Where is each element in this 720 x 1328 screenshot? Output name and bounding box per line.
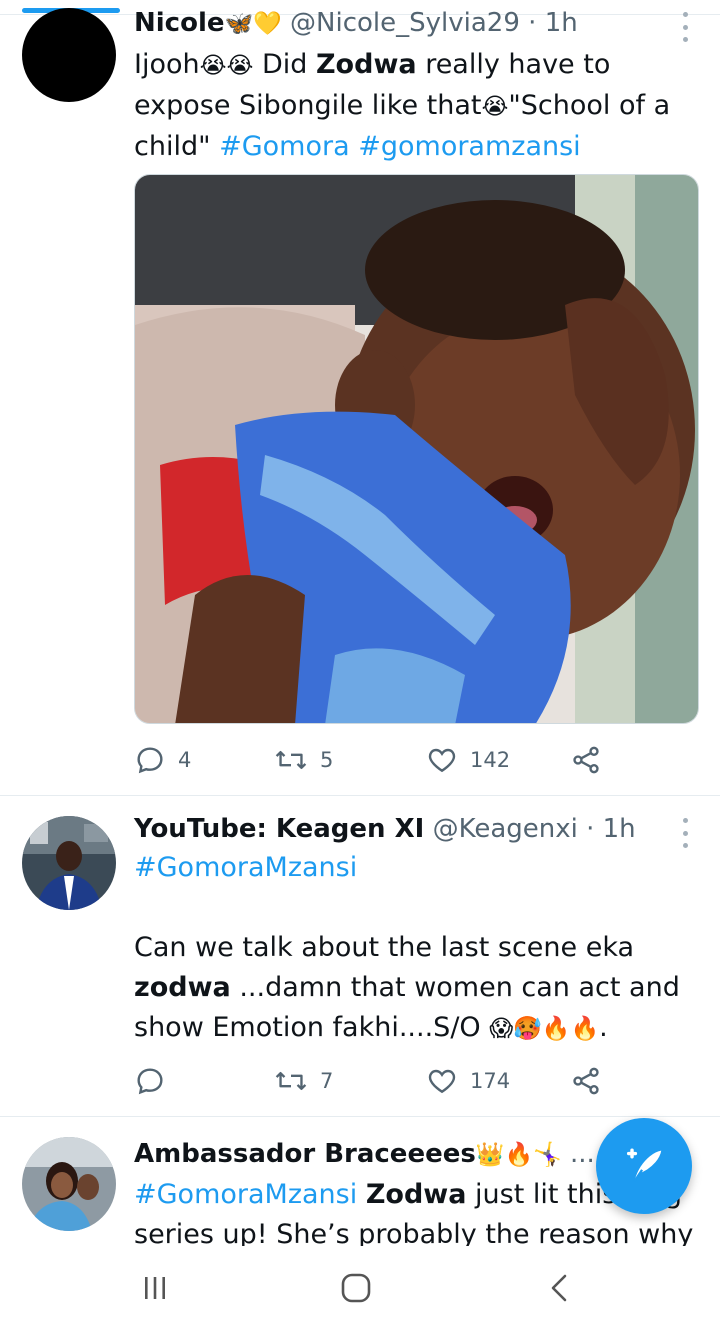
tweet-text: Can we talk about the last scene eka zod… <box>134 932 680 1043</box>
retweet-icon <box>275 750 307 770</box>
tweet-header: Nicole🦋💛 @Nicole_Sylvia29 · 1h <box>134 6 578 41</box>
system-navigation-bar <box>0 1246 720 1328</box>
avatar[interactable] <box>22 8 116 102</box>
display-name[interactable]: YouTube: Keagen XI <box>134 814 424 844</box>
tweet-header: YouTube: Keagen XI @Keagenxi · 1h <box>134 812 636 846</box>
heart-icon <box>428 748 456 773</box>
share-button[interactable] <box>570 1061 602 1101</box>
home-icon <box>341 1273 371 1303</box>
timestamp: 1h <box>544 8 578 38</box>
tweet-keagen[interactable]: YouTube: Keagen XI @Keagenxi · 1h #Gomor… <box>0 796 720 1116</box>
tweet-header: Ambassador Braceeees👑🔥🤸‍♀️ ... <box>134 1137 595 1172</box>
share-icon <box>573 1067 599 1095</box>
tweet-image[interactable] <box>134 174 699 724</box>
truncation-ellipsis: ... <box>570 1139 595 1169</box>
recent-apps-icon <box>145 1277 165 1299</box>
hashtag-link[interactable]: #GomoraMzansi <box>134 1179 357 1210</box>
compose-tweet-button[interactable] <box>596 1118 692 1214</box>
hashtag-link[interactable]: #gomoramzansi <box>358 131 580 162</box>
like-button[interactable]: 142 <box>426 740 510 780</box>
crying-baby-photo <box>135 175 698 723</box>
display-name[interactable]: Nicole <box>134 8 225 38</box>
hashtag-link[interactable]: #GomoraMzansi <box>134 852 357 883</box>
name-emoji: 👑🔥🤸‍♀️ <box>475 1142 562 1168</box>
like-count: 174 <box>470 1069 511 1093</box>
reply-icon <box>137 1068 163 1095</box>
share-icon <box>573 746 599 774</box>
heart-icon <box>428 1069 456 1094</box>
separator-dot: · <box>586 814 595 844</box>
retweet-count: 5 <box>320 748 334 772</box>
back-icon <box>551 1274 567 1302</box>
user-handle[interactable]: @Nicole_Sylvia29 <box>290 8 520 38</box>
retweet-count: 7 <box>320 1069 334 1093</box>
separator-dot: · <box>528 8 537 38</box>
like-count: 142 <box>470 748 511 772</box>
hashtag-link[interactable]: #Gomora <box>219 131 350 162</box>
tweet-nicole[interactable]: Nicole🦋💛 @Nicole_Sylvia29 · 1h Ijooh😭😭 D… <box>0 0 720 795</box>
tweet-actions: 4 5 142 <box>134 740 614 780</box>
more-options-icon[interactable] <box>678 12 692 42</box>
timestamp: 1h <box>602 814 636 844</box>
user-handle[interactable]: @Keagenxi <box>433 814 578 844</box>
reply-count: 4 <box>178 748 192 772</box>
display-name[interactable]: Ambassador Braceeees <box>134 1139 476 1169</box>
profile-photo <box>22 1137 116 1231</box>
retweet-button[interactable]: 7 <box>274 1061 333 1101</box>
compose-tweet-icon <box>626 1148 662 1182</box>
recent-apps-button[interactable] <box>135 1268 175 1308</box>
tweet-hashtag-line: #GomoraMzansi <box>134 848 694 888</box>
profile-photo <box>22 816 116 910</box>
reply-button[interactable]: 4 <box>134 740 191 780</box>
more-options-icon[interactable] <box>678 818 692 848</box>
tweet-text: Ijooh😭😭 Did Zodwa really have to expose … <box>134 49 671 162</box>
name-emoji: 🦋💛 <box>224 11 282 37</box>
avatar[interactable] <box>22 816 116 910</box>
like-button[interactable]: 174 <box>426 1061 510 1101</box>
share-button[interactable] <box>570 740 602 780</box>
avatar[interactable] <box>22 1137 116 1231</box>
reply-button[interactable] <box>134 1061 178 1101</box>
tweet-actions: 7 174 <box>134 1061 614 1101</box>
reply-icon <box>137 747 163 774</box>
home-button[interactable] <box>336 1268 376 1308</box>
retweet-icon <box>275 1071 307 1091</box>
retweet-button[interactable]: 5 <box>274 740 333 780</box>
back-button[interactable] <box>540 1268 580 1308</box>
